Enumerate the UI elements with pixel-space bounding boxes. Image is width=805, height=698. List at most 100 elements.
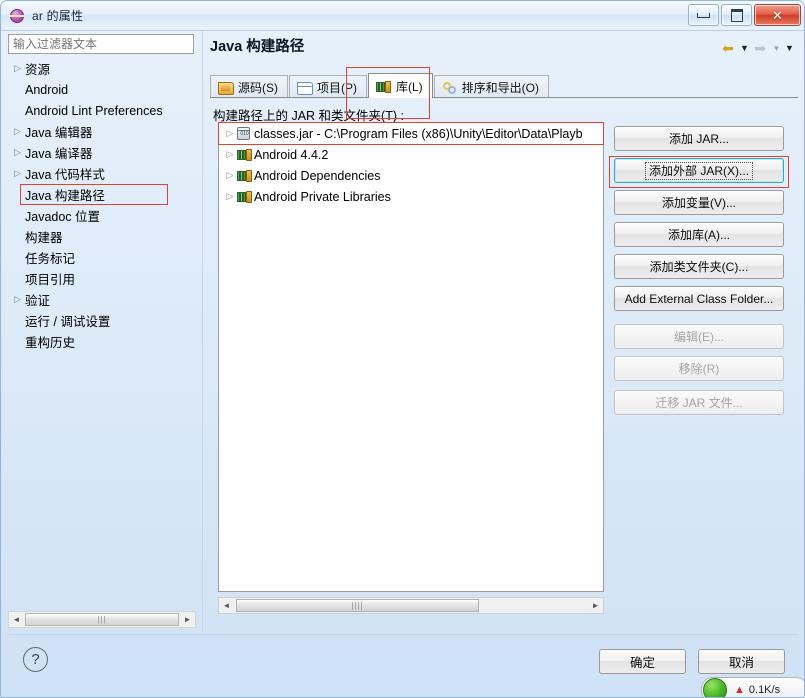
- minimize-button[interactable]: [688, 4, 719, 26]
- sidebar-item-javadoc-location[interactable]: Javadoc 位置: [8, 205, 196, 226]
- maximize-button[interactable]: [721, 4, 752, 26]
- maximize-icon: [730, 8, 743, 22]
- forward-chevron-down-icon: ▼: [772, 43, 781, 53]
- tab-libraries[interactable]: 库(L): [368, 73, 433, 98]
- scrollbar-thumb[interactable]: ||||: [236, 599, 479, 612]
- add-external-jar-button[interactable]: 添加外部 JAR(X)...: [614, 158, 784, 183]
- forward-arrow-icon: ➡: [754, 40, 766, 56]
- library-icon: [237, 168, 254, 183]
- chevron-right-icon[interactable]: ▷: [223, 170, 237, 181]
- sidebar-item-label: Java 代码样式: [25, 168, 105, 182]
- main-panel: Java 构建路径 ⬅ ▼ ➡ ▼ ▼: [210, 35, 798, 56]
- list-item[interactable]: ▷ Android Private Libraries: [219, 186, 603, 207]
- sidebar-item-label: Java 编译器: [25, 147, 93, 161]
- chevron-right-icon[interactable]: ▷: [223, 128, 237, 139]
- sidebar-item-validation[interactable]: ▷ 验证: [8, 289, 196, 310]
- list-item[interactable]: ▷ Android 4.4.2: [219, 144, 603, 165]
- project-folder-icon: [297, 80, 313, 95]
- sidebar-item-android-lint-preferences[interactable]: Android Lint Preferences: [8, 100, 196, 121]
- chevron-right-icon: ▷: [14, 147, 21, 157]
- sidebar-item-run-debug-settings[interactable]: 运行 / 调试设置: [8, 310, 196, 331]
- library-icon: [237, 189, 254, 204]
- chevron-right-icon: ▷: [14, 168, 21, 178]
- highlight-annotation: [20, 184, 168, 205]
- chevron-right-icon[interactable]: ▷: [223, 191, 237, 202]
- sidebar-item-label: 项目引用: [25, 273, 76, 287]
- source-folder-icon: [218, 80, 234, 95]
- list-item-label: Android Dependencies: [254, 168, 381, 183]
- list-horizontal-scrollbar[interactable]: ◄ |||| ►: [218, 597, 604, 614]
- sidebar-item-java-code-style[interactable]: ▷ Java 代码样式: [8, 163, 196, 184]
- scrollbar-thumb[interactable]: |||: [25, 613, 179, 626]
- sidebar-item-java-build-path[interactable]: Java 构建路径: [8, 184, 196, 205]
- back-chevron-down-icon[interactable]: ▼: [739, 43, 750, 53]
- list-item[interactable]: ▷ Android Dependencies: [219, 165, 603, 186]
- window-controls: ✕: [688, 4, 801, 26]
- sidebar-item-java-compiler[interactable]: ▷ Java 编译器: [8, 142, 196, 163]
- sidebar-horizontal-scrollbar[interactable]: ◄ ||| ►: [8, 611, 196, 628]
- tab-order-and-export[interactable]: 排序和导出(O): [433, 75, 549, 98]
- add-external-class-folder-button[interactable]: Add External Class Folder...: [614, 286, 784, 311]
- chevron-right-icon: ▷: [14, 294, 21, 304]
- sidebar-item-label: Javadoc 位置: [25, 210, 101, 224]
- list-item[interactable]: ▷ classes.jar - C:\Program Files (x86)\U…: [219, 123, 603, 144]
- panel-divider: [202, 31, 203, 631]
- tab-projects[interactable]: 项目(P): [289, 75, 367, 98]
- list-item-label: Android 4.4.2: [254, 147, 329, 162]
- library-icon: [237, 147, 254, 162]
- sidebar-item-project-references[interactable]: 项目引用: [8, 268, 196, 289]
- window-title: ar 的属性: [32, 9, 84, 23]
- jar-file-icon: [237, 126, 254, 141]
- edit-button: 编辑(E)...: [614, 324, 784, 349]
- chevron-right-icon[interactable]: ▷: [223, 149, 237, 160]
- tab-source[interactable]: 源码(S): [210, 75, 288, 98]
- chevron-right-icon: ▷: [14, 126, 21, 136]
- sidebar-item-java-editor[interactable]: ▷ Java 编辑器: [8, 121, 196, 142]
- filter-input[interactable]: [8, 34, 194, 54]
- tab-label: 排序和导出(O): [461, 80, 539, 95]
- scroll-left-icon[interactable]: ◄: [219, 601, 234, 610]
- scroll-left-icon[interactable]: ◄: [9, 615, 24, 624]
- ok-button[interactable]: 确定: [599, 649, 686, 674]
- eclipse-globe-icon: [10, 8, 26, 24]
- action-button-column: 添加 JAR... 添加外部 JAR(X)... 添加变量(V)... 添加库(…: [614, 126, 784, 422]
- add-jar-button[interactable]: 添加 JAR...: [614, 126, 784, 151]
- cancel-button[interactable]: 取消: [698, 649, 785, 674]
- library-icon: [376, 79, 391, 93]
- add-library-button[interactable]: 添加库(A)...: [614, 222, 784, 247]
- sidebar-item-label: 运行 / 调试设置: [25, 315, 111, 329]
- preferences-tree: ▷ 资源 Android Android Lint Preferences ▷ …: [8, 58, 196, 352]
- sidebar-item-resource[interactable]: ▷ 资源: [8, 58, 196, 79]
- back-arrow-icon[interactable]: ⬅: [720, 40, 737, 56]
- tab-label: 项目(P): [317, 80, 357, 95]
- properties-dialog: ar 的属性 ✕ ▷ 资源 Android Android Lint Prefe…: [0, 0, 805, 698]
- sidebar-item-task-tags[interactable]: 任务标记: [8, 247, 196, 268]
- add-variable-button[interactable]: 添加变量(V)...: [614, 190, 784, 215]
- add-class-folder-button[interactable]: 添加类文件夹(C)...: [614, 254, 784, 279]
- green-orb-icon: [703, 678, 727, 697]
- page-title: Java 构建路径: [210, 39, 305, 55]
- close-icon: ✕: [772, 7, 783, 23]
- scrollbar-track[interactable]: ||||: [234, 598, 588, 613]
- footer-separator: [9, 634, 798, 635]
- sidebar-item-label: Android Lint Preferences: [25, 103, 163, 118]
- upload-arrow-icon: ▲: [734, 683, 745, 696]
- sidebar-item-refactoring-history[interactable]: 重构历史: [8, 331, 196, 352]
- help-question-icon[interactable]: ?: [23, 647, 48, 672]
- sidebar-item-builders[interactable]: 构建器: [8, 226, 196, 247]
- remove-button: 移除(R): [614, 356, 784, 381]
- sidebar-item-label: 任务标记: [25, 252, 76, 266]
- scroll-right-icon[interactable]: ►: [588, 601, 603, 610]
- sidebar-item-android[interactable]: Android: [8, 79, 196, 100]
- sidebar-item-label: Java 编辑器: [25, 126, 93, 140]
- navigation-controls: ⬅ ▼ ➡ ▼ ▼: [720, 40, 795, 56]
- scroll-right-icon[interactable]: ►: [180, 615, 195, 624]
- build-path-list[interactable]: ▷ classes.jar - C:\Program Files (x86)\U…: [218, 122, 604, 592]
- sidebar-item-label: 构建器: [25, 231, 63, 245]
- sidebar: ▷ 资源 Android Android Lint Preferences ▷ …: [8, 34, 196, 622]
- list-item-label: Android Private Libraries: [254, 189, 391, 204]
- close-button[interactable]: ✕: [754, 4, 801, 26]
- menu-chevron-down-icon[interactable]: ▼: [784, 43, 795, 53]
- sidebar-item-label: 重构历史: [25, 336, 76, 350]
- network-speed-widget[interactable]: ▲ 0.1K/s: [701, 677, 804, 697]
